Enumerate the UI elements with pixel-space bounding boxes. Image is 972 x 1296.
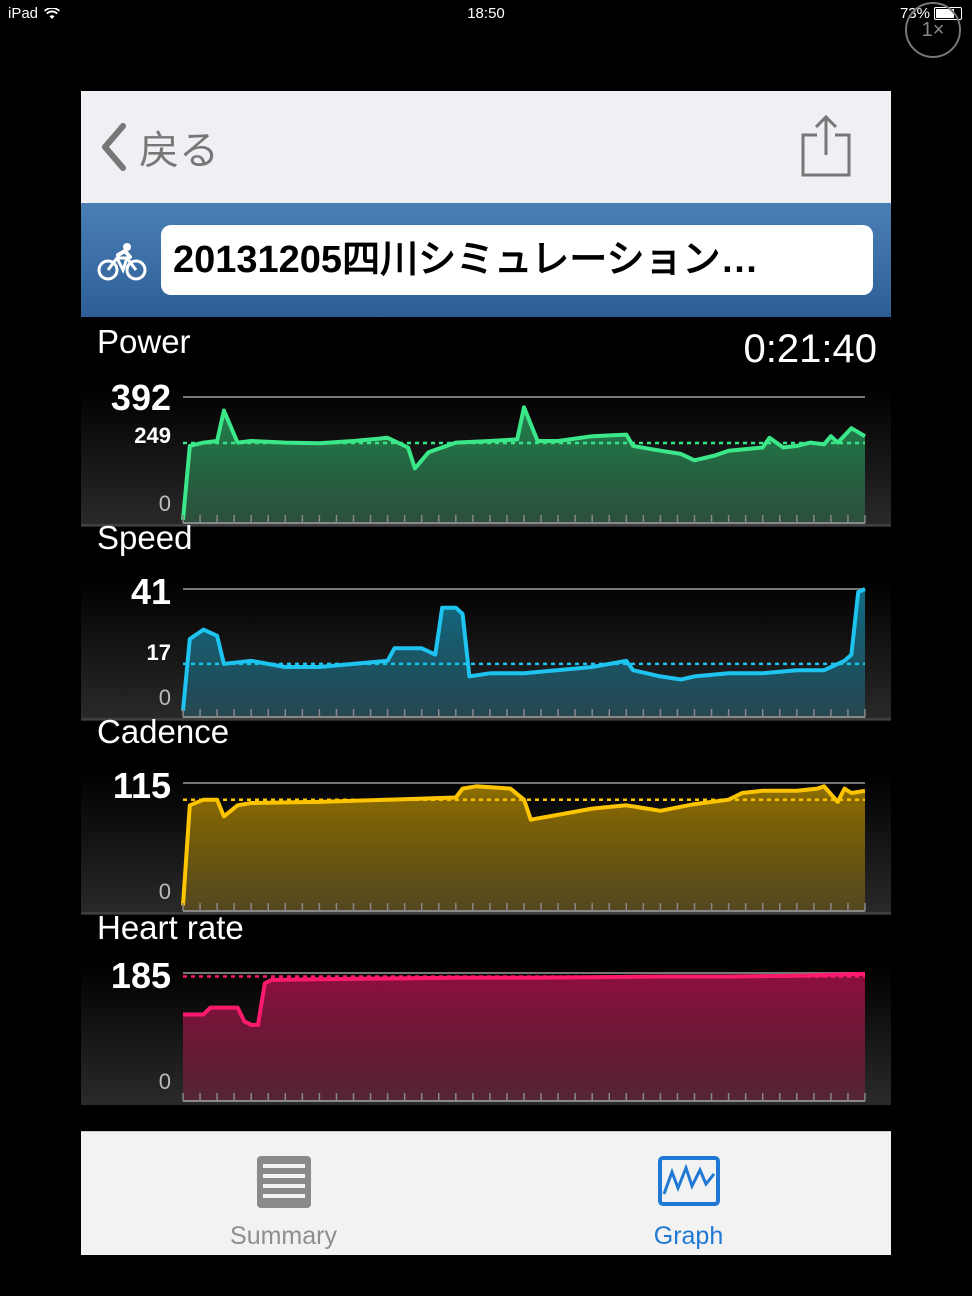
power-avg-label: 249 — [134, 423, 171, 448]
heart-rate-min-label: 0 — [158, 1069, 171, 1094]
clock: 18:50 — [467, 5, 505, 22]
speed-max-label: 41 — [130, 571, 171, 612]
graph-icon — [658, 1156, 720, 1206]
cycling-icon — [97, 243, 147, 281]
tab-graph[interactable]: Graph — [486, 1132, 891, 1255]
heart-rate-area — [183, 973, 865, 1101]
navigation-bar: 戻る — [81, 91, 891, 203]
power-max-label: 392 — [110, 377, 171, 418]
zoom-badge[interactable]: 1× — [905, 2, 961, 58]
graph-panels: Power 0:21:40 392 249 0 Speed 41 17 0 Ca… — [81, 317, 891, 1131]
speed-min-label: 0 — [158, 685, 171, 710]
tab-bar: Summary Graph — [81, 1131, 891, 1255]
back-label: 戻る — [139, 129, 219, 173]
cadence-title: Cadence — [97, 713, 230, 750]
elapsed-time: 0:21:40 — [743, 327, 877, 371]
share-icon[interactable] — [799, 113, 853, 177]
speed-avg-label: 17 — [146, 640, 171, 665]
power-min-label: 0 — [158, 491, 171, 516]
heart-rate-title: Heart rate — [97, 909, 244, 946]
tab-summary-label: Summary — [230, 1222, 337, 1250]
power-title: Power — [97, 323, 191, 360]
activity-header: 20131205四川シミュレーション… — [81, 203, 891, 317]
tab-summary[interactable]: Summary — [81, 1132, 486, 1255]
tab-graph-label: Graph — [653, 1222, 724, 1250]
status-bar: iPad 18:50 73% — [0, 0, 972, 26]
heart-rate-max-label: 185 — [110, 955, 171, 996]
back-button[interactable]: 戻る — [99, 117, 219, 177]
speed-title: Speed — [97, 519, 193, 556]
app-window: 戻る 20131205四川シミュレーション… Power 0:21:40 392… — [81, 91, 891, 1255]
activity-title[interactable]: 20131205四川シミュレーション… — [161, 225, 873, 295]
cadence-min-label: 0 — [158, 879, 171, 904]
cadence-max-label: 115 — [112, 765, 171, 806]
chevron-left-icon — [102, 123, 126, 171]
summary-icon — [257, 1156, 311, 1208]
